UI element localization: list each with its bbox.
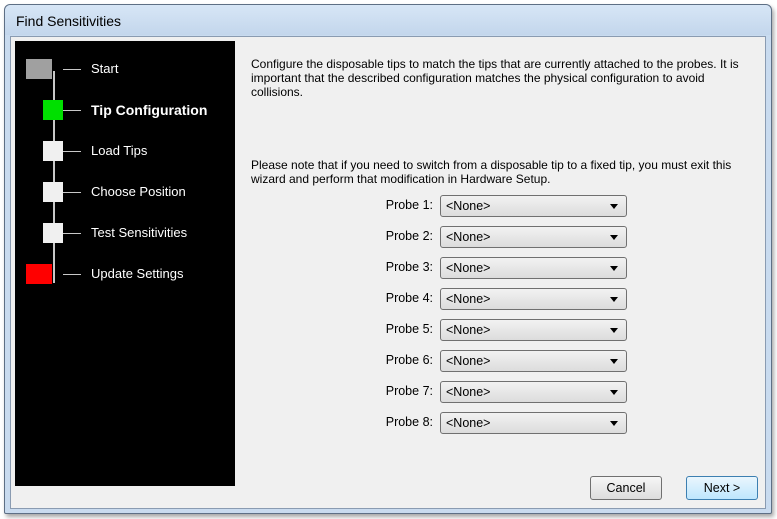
step-start: Start (15, 59, 235, 83)
next-button[interactable]: Next > (686, 476, 758, 500)
step-connector (63, 233, 81, 234)
wizard-steps-panel: Start Tip Configuration Load Tips Choose… (15, 41, 235, 486)
probe-label: Probe 8: (385, 415, 433, 429)
find-sensitivities-dialog: Find Sensitivities Start Tip Configurati… (4, 4, 772, 514)
probe-1-tip-select[interactable]: <None> (440, 195, 627, 217)
probe-8-tip-select[interactable]: <None> (440, 412, 627, 434)
dropdown-arrow-icon (610, 204, 618, 209)
probe-3-tip-select[interactable]: <None> (440, 257, 627, 279)
step-status-marker (26, 264, 52, 284)
step-tip-configuration: Tip Configuration (15, 100, 235, 124)
step-label: Load Tips (91, 143, 148, 158)
probe-5-tip-select[interactable]: <None> (440, 319, 627, 341)
step-connector (63, 274, 81, 275)
probe-label: Probe 6: (385, 353, 433, 367)
step-connector (63, 192, 81, 193)
step-connector (63, 69, 81, 70)
dropdown-arrow-icon (610, 421, 618, 426)
step-status-marker (43, 182, 63, 202)
dropdown-arrow-icon (610, 266, 618, 271)
dropdown-arrow-icon (610, 390, 618, 395)
probe-6-tip-select[interactable]: <None> (440, 350, 627, 372)
selected-value: <None> (446, 385, 491, 399)
probe-2-tip-select[interactable]: <None> (440, 226, 627, 248)
dropdown-arrow-icon (610, 297, 618, 302)
step-label: Start (91, 61, 119, 76)
step-status-marker (43, 100, 63, 120)
selected-value: <None> (446, 354, 491, 368)
step-connector (63, 151, 81, 152)
probe-label: Probe 3: (385, 260, 433, 274)
probe-7-tip-select[interactable]: <None> (440, 381, 627, 403)
selected-value: <None> (446, 230, 491, 244)
intro-text-block: Configure the disposable tips to match t… (251, 57, 756, 99)
probe-label: Probe 5: (385, 322, 433, 336)
step-label: Update Settings (91, 266, 184, 281)
dialog-client-area: Start Tip Configuration Load Tips Choose… (10, 36, 766, 509)
probe-label: Probe 7: (385, 384, 433, 398)
probe-4-tip-select[interactable]: <None> (440, 288, 627, 310)
note-text-block: Please note that if you need to switch f… (251, 146, 756, 198)
note-text: Please note that if you need to switch f… (251, 158, 732, 186)
step-label: Test Sensitivities (91, 225, 188, 240)
step-label: Tip Configuration (91, 102, 208, 118)
step-load-tips: Load Tips (15, 141, 235, 165)
probe-label: Probe 2: (385, 229, 433, 243)
selected-value: <None> (446, 199, 491, 213)
window-title: Find Sensitivities (16, 13, 122, 29)
step-update-settings: Update Settings (15, 264, 235, 288)
selected-value: <None> (446, 323, 491, 337)
cancel-button[interactable]: Cancel (590, 476, 662, 500)
selected-value: <None> (446, 292, 491, 306)
step-status-marker (43, 141, 63, 161)
step-status-marker (26, 59, 52, 79)
title-bar[interactable]: Find Sensitivities (5, 5, 771, 35)
step-label: Choose Position (91, 184, 186, 199)
dropdown-arrow-icon (610, 359, 618, 364)
probe-label: Probe 4: (385, 291, 433, 305)
step-status-marker (43, 223, 63, 243)
step-connector (63, 110, 81, 111)
selected-value: <None> (446, 416, 491, 430)
intro-text: Configure the disposable tips to match t… (251, 57, 739, 99)
probe-label: Probe 1: (385, 198, 433, 212)
selected-value: <None> (446, 261, 491, 275)
dropdown-arrow-icon (610, 328, 618, 333)
step-choose-position: Choose Position (15, 182, 235, 206)
step-test-sensitivities: Test Sensitivities (15, 223, 235, 247)
dropdown-arrow-icon (610, 235, 618, 240)
